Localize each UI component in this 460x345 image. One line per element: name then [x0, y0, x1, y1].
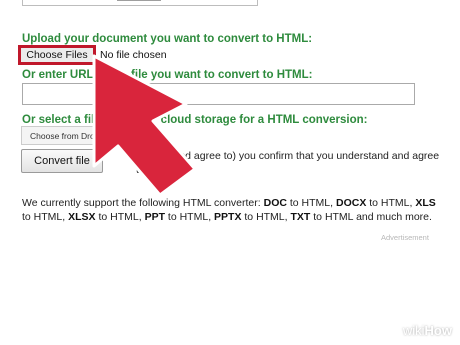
converter-page: Upload your document you want to convert…: [0, 0, 460, 345]
red-arrow-icon: [92, 54, 197, 197]
watermark-how: How: [424, 323, 452, 338]
watermark-wiki: wiki: [402, 323, 425, 338]
wikihow-watermark: wikiHow: [403, 323, 452, 338]
